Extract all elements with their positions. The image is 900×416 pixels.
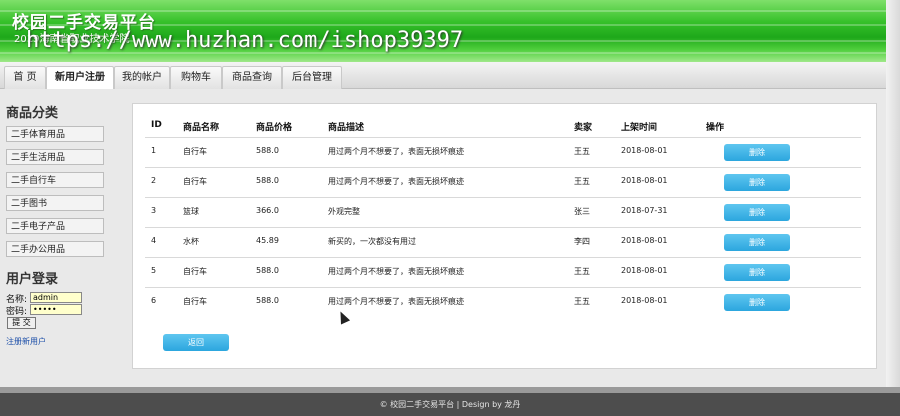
- cell-price: 588.0: [256, 266, 279, 275]
- cell-desc: 外观完整: [328, 207, 360, 216]
- cell-seller: 王五: [574, 147, 590, 156]
- nav-item-home[interactable]: 首 页: [4, 66, 46, 89]
- cell-name: 自行车: [183, 147, 207, 156]
- cell-date: 2018-07-31: [621, 206, 668, 215]
- cell-seller: 张三: [574, 207, 590, 216]
- cell-price: 366.0: [256, 206, 279, 215]
- category-title: 商品分类: [6, 106, 59, 121]
- column-header-desc: 商品描述: [328, 123, 365, 133]
- delete-button[interactable]: 删除: [724, 144, 790, 161]
- column-header-price: 商品价格: [256, 123, 293, 133]
- cell-id: 3: [151, 206, 157, 215]
- cell-date: 2018-08-01: [621, 176, 668, 185]
- nav-item-register[interactable]: 新用户注册: [46, 66, 114, 89]
- nav-item-admin[interactable]: 后台管理: [282, 66, 342, 89]
- row-divider: [145, 227, 861, 228]
- category-item[interactable]: 二手自行车: [6, 172, 104, 188]
- cell-id: 4: [151, 236, 157, 245]
- cell-seller: 王五: [574, 297, 590, 306]
- cell-id: 6: [151, 296, 157, 305]
- cell-desc: 用过两个月不想要了，表面无损坏痕迹: [328, 267, 464, 276]
- cell-name: 自行车: [183, 177, 207, 186]
- cell-id: 1: [151, 146, 157, 155]
- header-divider: [145, 137, 861, 138]
- product-table-panel: ID 商品名称 商品价格 商品描述 卖家 上架时间 操作 1 自行车 588.0…: [132, 103, 877, 369]
- row-divider: [145, 167, 861, 168]
- window-scroll-edge: [886, 0, 900, 416]
- column-header-id: ID: [151, 120, 162, 130]
- cell-name: 篮球: [183, 207, 199, 216]
- cell-date: 2018-08-01: [621, 146, 668, 155]
- delete-button[interactable]: 删除: [724, 294, 790, 311]
- register-link[interactable]: 注册新用户: [6, 336, 46, 347]
- row-divider: [145, 287, 861, 288]
- cell-price: 588.0: [256, 296, 279, 305]
- nav-item-search[interactable]: 商品查询: [222, 66, 282, 89]
- column-header-action: 操作: [706, 123, 725, 133]
- cell-date: 2018-08-01: [621, 266, 668, 275]
- cell-desc: 用过两个月不想要了，表面无损坏痕迹: [328, 297, 464, 306]
- delete-button[interactable]: 删除: [724, 264, 790, 281]
- cell-date: 2018-08-01: [621, 296, 668, 305]
- category-item[interactable]: 二手图书: [6, 195, 104, 211]
- category-item[interactable]: 二手体育用品: [6, 126, 104, 142]
- delete-button[interactable]: 删除: [724, 174, 790, 191]
- back-button[interactable]: 返回: [163, 334, 229, 351]
- login-submit-button[interactable]: 提 交: [7, 317, 36, 329]
- column-header-seller: 卖家: [574, 123, 593, 133]
- login-title: 用户登录: [6, 272, 59, 287]
- cell-date: 2018-08-01: [621, 236, 668, 245]
- cell-id: 5: [151, 266, 157, 275]
- cell-price: 588.0: [256, 146, 279, 155]
- cell-seller: 王五: [574, 267, 590, 276]
- cell-desc: 新买的，一次都没有用过: [328, 237, 416, 246]
- cell-desc: 用过两个月不想要了，表面无损坏痕迹: [328, 147, 464, 156]
- page-footer: © 校园二手交易平台 | Design by 龙丹: [0, 393, 900, 416]
- cell-seller: 李四: [574, 237, 590, 246]
- username-input[interactable]: admin: [30, 292, 82, 303]
- category-item[interactable]: 二手生活用品: [6, 149, 104, 165]
- site-header: 校园二手交易平台 2019海南省职业技术学院 https://www.huzha…: [0, 0, 900, 62]
- nav-item-account[interactable]: 我的帐户: [114, 66, 170, 89]
- nav-item-cart[interactable]: 购物车: [170, 66, 222, 89]
- password-label: 密码:: [6, 307, 28, 317]
- row-divider: [145, 257, 861, 258]
- cell-id: 2: [151, 176, 157, 185]
- cell-price: 588.0: [256, 176, 279, 185]
- cell-name: 水杯: [183, 237, 199, 246]
- cell-price: 45.89: [256, 236, 279, 245]
- row-divider: [145, 197, 861, 198]
- category-item[interactable]: 二手办公用品: [6, 241, 104, 257]
- cell-seller: 王五: [574, 177, 590, 186]
- cell-name: 自行车: [183, 267, 207, 276]
- cell-name: 自行车: [183, 297, 207, 306]
- delete-button[interactable]: 删除: [724, 204, 790, 221]
- column-header-date: 上架时间: [621, 123, 658, 133]
- password-input[interactable]: •••••: [30, 304, 82, 315]
- cell-desc: 用过两个月不想要了，表面无损坏痕迹: [328, 177, 464, 186]
- main-nav: 首 页 新用户注册 我的帐户 购物车 商品查询 后台管理: [0, 62, 900, 89]
- watermark-text: https://www.huzhan.com/ishop39397: [26, 28, 464, 53]
- column-header-name: 商品名称: [183, 123, 220, 133]
- delete-button[interactable]: 删除: [724, 234, 790, 251]
- category-item[interactable]: 二手电子产品: [6, 218, 104, 234]
